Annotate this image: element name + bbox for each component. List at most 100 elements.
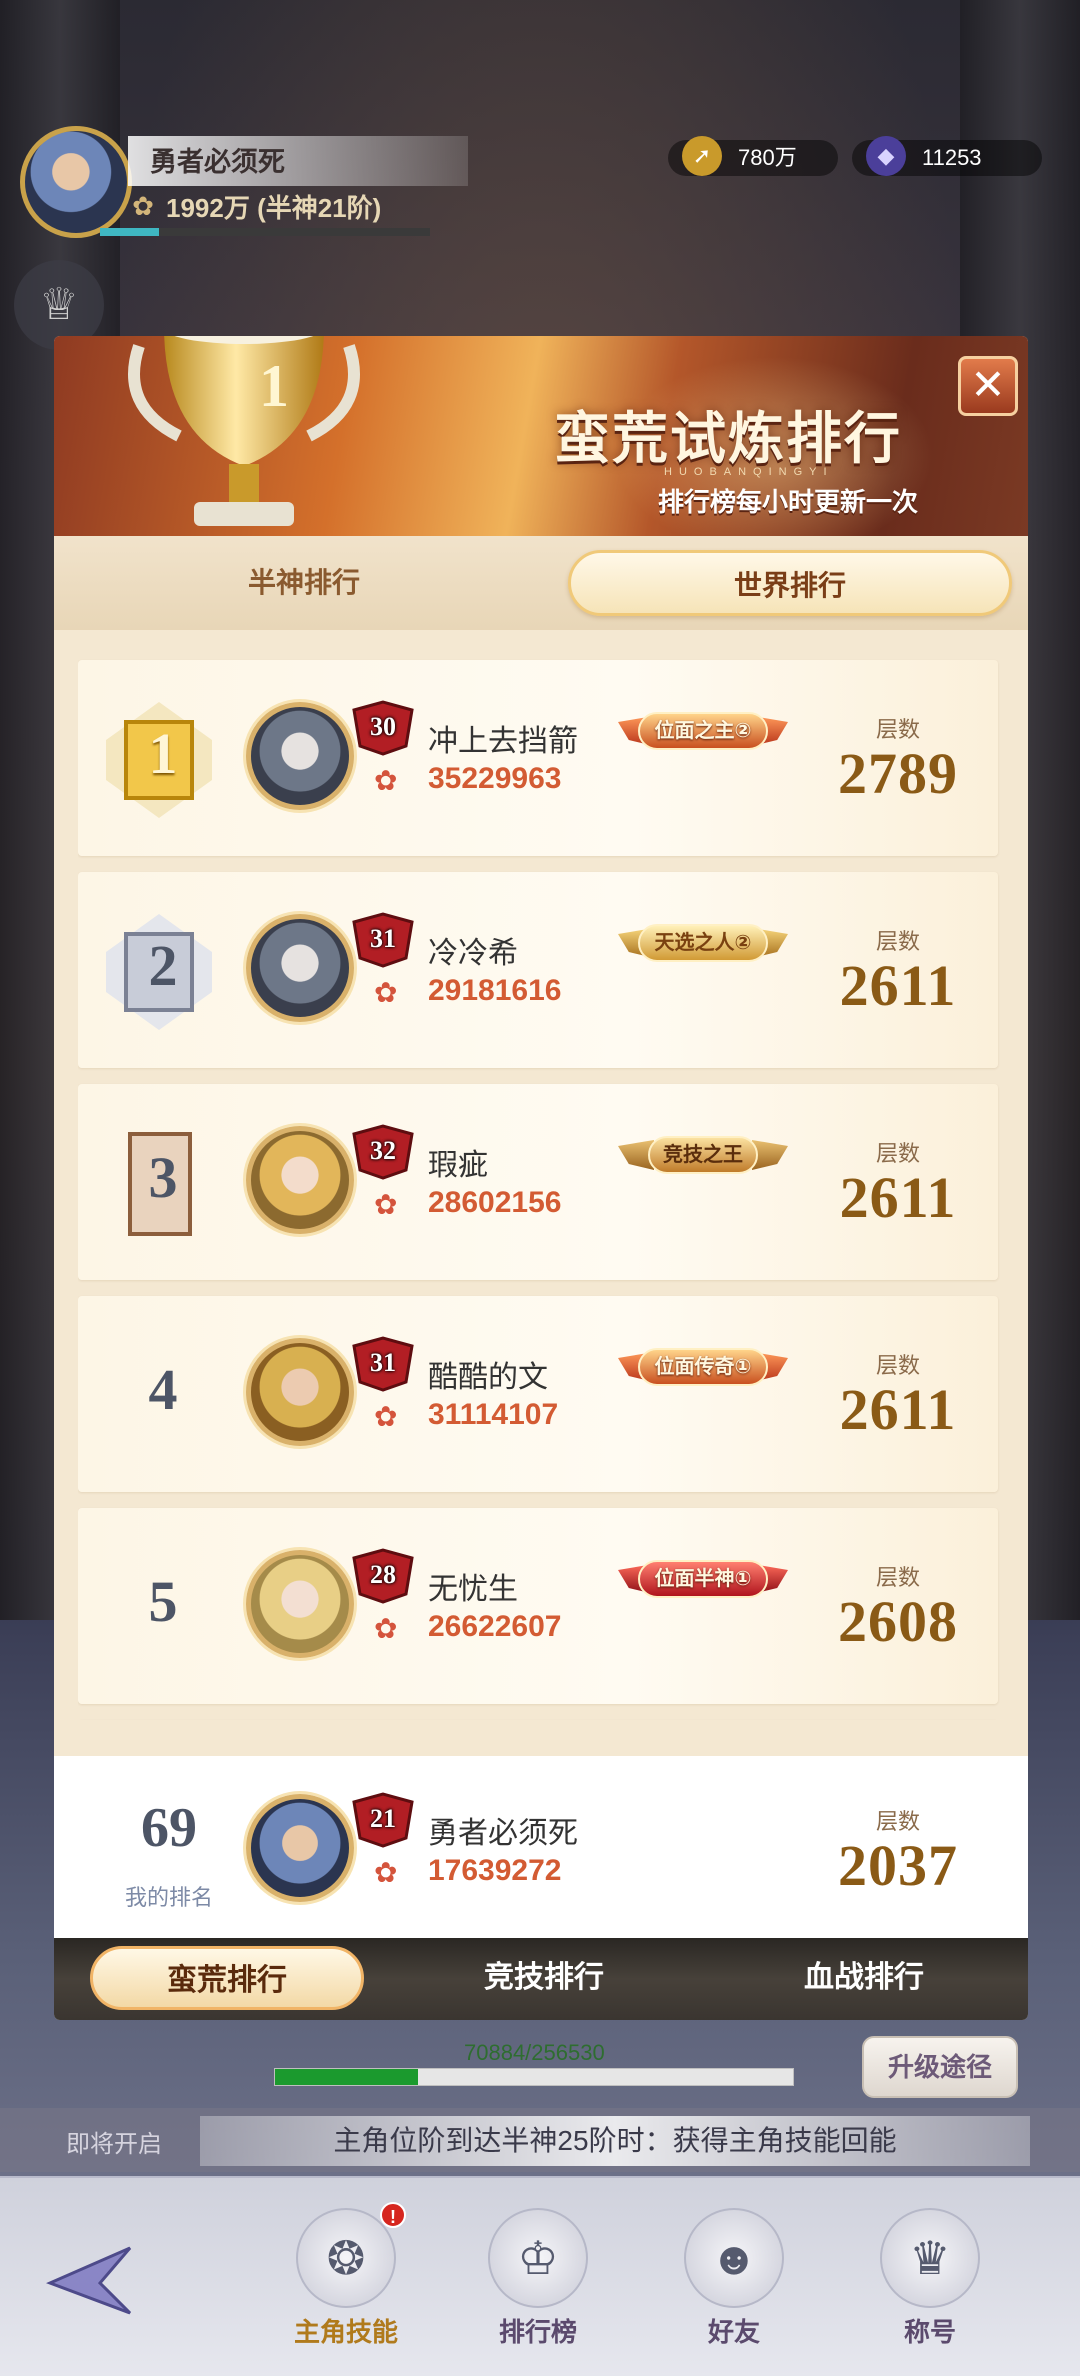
- power-icon: ✿: [374, 1189, 398, 1220]
- tab-barbarian-rank[interactable]: 蛮荒排行: [90, 1946, 364, 2010]
- nav-skill[interactable]: ❂ ! 主角技能: [286, 2202, 406, 2358]
- ranking-category-tabs: 蛮荒排行 竞技排行 血战排行: [54, 1938, 1028, 2020]
- gold-value: 780万: [738, 145, 797, 170]
- back-arrow-icon[interactable]: [40, 2228, 140, 2328]
- power-icon: ✿: [132, 191, 154, 221]
- title-badge: 天选之人②: [618, 912, 788, 972]
- title-badge: 位面之主②: [618, 700, 788, 760]
- rank-row[interactable]: 4 31 ✿ 酷酷的文 31114107 位面传奇① 层数 2611: [78, 1296, 998, 1492]
- power-icon: ✿: [374, 765, 398, 796]
- my-rank-label: 我的排名: [124, 1885, 213, 1910]
- svg-text:1: 1: [259, 353, 289, 419]
- floor-value: 2611: [839, 953, 957, 1018]
- modal-subtitle: 排行榜每小时更新一次: [658, 487, 919, 517]
- tab-bloodbattle-rank[interactable]: 血战排行: [714, 1946, 1014, 2010]
- trophy-icon: ♔: [488, 2208, 588, 2308]
- tab-world-rank[interactable]: 世界排行: [568, 550, 1012, 616]
- rank-number: 4: [148, 1357, 178, 1422]
- notification-badge: !: [380, 2202, 406, 2228]
- title-name: 竞技之王: [663, 1144, 743, 1166]
- player-power: 1992万 (半神21阶): [166, 192, 382, 223]
- coming-soon-label: 即将开启: [66, 2131, 162, 2158]
- nav-label: 排行榜: [498, 2317, 577, 2347]
- nav-ranking[interactable]: ♔ 排行榜: [478, 2208, 598, 2358]
- modal-subtitle-en: HUOBANQINGYI: [664, 466, 834, 478]
- player-avatar[interactable]: [246, 1338, 354, 1446]
- nav-titles[interactable]: ♛ 称号: [870, 2208, 990, 2358]
- player-power: 35229963: [428, 762, 562, 795]
- title-name: 位面传奇: [654, 1356, 735, 1378]
- floor-value: 2611: [839, 1377, 957, 1442]
- rank-row[interactable]: 2 31 ✿ 冷冷希 29181616 天选之人② 层数 2611: [78, 872, 998, 1068]
- ranking-tabs: 半神排行 世界排行: [54, 536, 1028, 630]
- player-avatar[interactable]: [246, 702, 354, 810]
- xp-bar-fill: [100, 228, 160, 236]
- title-level: ①: [734, 1356, 752, 1378]
- ranking-modal: 1 蛮荒试炼排行 HUOBANQINGYI 排行榜每小时更新一次 ✕ 半神排行 …: [54, 336, 1028, 2020]
- xp-bar: [100, 228, 430, 236]
- title-level: ②: [734, 932, 752, 954]
- rank-row[interactable]: 1 30 ✿ 冲上去挡箭 35229963 位面之主② 层数 2789: [78, 660, 998, 856]
- floor-value: 2608: [838, 1589, 958, 1654]
- player-power: 29181616: [428, 974, 562, 1007]
- upgrade-path-button[interactable]: 升级途径: [862, 2036, 1018, 2098]
- friend-icon: ☻: [684, 2208, 784, 2308]
- player-name: 勇者必须死: [150, 147, 285, 177]
- gold-coin-icon: ➚: [682, 136, 722, 176]
- player-avatar[interactable]: [246, 1126, 354, 1234]
- rank-row[interactable]: 5 28 ✿ 无忧生 26622607 位面半神① 层数 2608: [78, 1508, 998, 1704]
- player-level: 28: [370, 1560, 396, 1589]
- floor-value: 2611: [839, 1165, 957, 1230]
- nav-label: 主角技能: [293, 2317, 398, 2347]
- progress-bar-fill: [275, 2069, 419, 2085]
- notice-text: 主角位阶到达半神25阶时：获得主角技能回能: [200, 2116, 1030, 2166]
- player-name: 酷酷的文: [428, 1361, 548, 1394]
- power-icon: ✿: [374, 1857, 398, 1888]
- power-row: ✿ 1992万 (半神21阶): [128, 184, 381, 228]
- player-avatar[interactable]: [20, 126, 132, 238]
- player-level: 32: [370, 1136, 396, 1165]
- rank-row[interactable]: 3 32 ✿ 瑕疵 28602156 竞技之王 层数 2611: [78, 1084, 998, 1280]
- close-icon[interactable]: ✕: [958, 356, 1018, 416]
- title-name: 天选之人: [654, 932, 735, 954]
- power-icon: ✿: [374, 1613, 398, 1644]
- skill-icon: ❂: [296, 2208, 396, 2308]
- nav-friends[interactable]: ☻ 好友: [674, 2208, 794, 2358]
- trophy-icon: 1: [128, 336, 360, 526]
- nav-label: 称号: [903, 2317, 956, 2347]
- gold-resource[interactable]: ➚ 780万: [668, 136, 838, 176]
- title-level: ②: [734, 720, 752, 742]
- player-power: 26622607: [428, 1610, 562, 1643]
- player-name: 冲上去挡箭: [428, 725, 578, 758]
- ranking-list[interactable]: 1 30 ✿ 冲上去挡箭 35229963 位面之主② 层数 2789 2 31: [78, 630, 1004, 1720]
- my-power: 17639272: [428, 1854, 562, 1887]
- player-power: 28602156: [428, 1186, 562, 1219]
- my-rank-row: 69 我的排名 21 ✿ 勇者必须死 17639272 层数 2037: [54, 1756, 1028, 1938]
- tab-arena-rank[interactable]: 竞技排行: [394, 1946, 694, 2010]
- power-icon: ✿: [374, 1401, 398, 1432]
- rank-number: 1: [148, 721, 178, 786]
- my-avatar[interactable]: [246, 1794, 354, 1902]
- title-name: 位面半神: [654, 1568, 735, 1590]
- my-floor-value: 2037: [838, 1833, 958, 1898]
- title-badge: 位面传奇①: [618, 1336, 788, 1396]
- crown-icon: ♛: [880, 2208, 980, 2308]
- my-level: 21: [370, 1804, 396, 1833]
- title-badge: 竞技之王: [618, 1124, 788, 1184]
- player-avatar[interactable]: [246, 914, 354, 1022]
- rank-number: 2: [148, 933, 178, 998]
- progress-text: 70884/256530: [464, 2040, 605, 2065]
- title-name: 位面之主: [654, 720, 735, 742]
- rank-number: 5: [148, 1569, 178, 1634]
- player-name: 无忧生: [428, 1573, 518, 1606]
- my-name: 勇者必须死: [428, 1817, 578, 1850]
- modal-title: 蛮荒试炼排行: [554, 407, 902, 470]
- progress-bar: [274, 2068, 794, 2086]
- tab-demigod-rank[interactable]: 半神排行: [74, 550, 534, 616]
- power-icon: ✿: [374, 977, 398, 1008]
- player-level: 30: [370, 712, 396, 741]
- my-rank-number: 69: [141, 1797, 197, 1859]
- gem-value: 11253: [922, 145, 982, 170]
- gem-resource[interactable]: ◆ 11253: [852, 136, 1042, 176]
- player-avatar[interactable]: [246, 1550, 354, 1658]
